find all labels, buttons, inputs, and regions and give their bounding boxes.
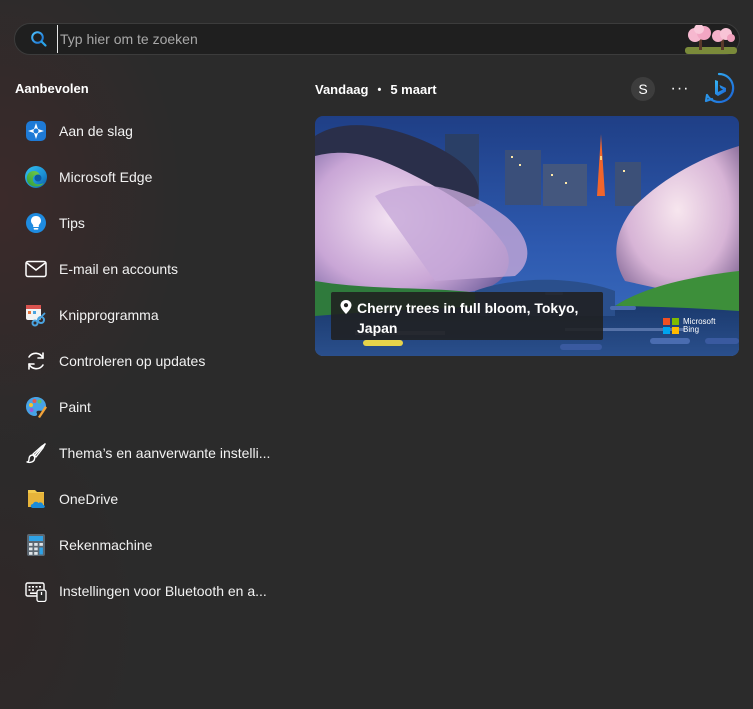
microsoft-logo-icon xyxy=(663,318,679,334)
brand-line-2: Bing xyxy=(683,325,700,334)
app-label: Thema’s en aanverwante instelli... xyxy=(59,445,271,461)
app-label: Instellingen voor Bluetooth en a... xyxy=(59,583,267,599)
app-label: Paint xyxy=(59,399,91,415)
app-item-mail-accounts[interactable]: E-mail en accounts xyxy=(14,246,290,292)
app-item-updates[interactable]: Controleren op updates xyxy=(14,338,290,384)
bing-chat-icon[interactable] xyxy=(703,72,735,104)
app-item-paint[interactable]: Paint xyxy=(14,384,290,430)
search-input[interactable] xyxy=(57,25,739,53)
app-item-rekenmachine[interactable]: Rekenmachine xyxy=(14,522,290,568)
caption-text: Cherry trees in full bloom, Tokyo, Japan xyxy=(357,300,579,336)
app-item-onedrive[interactable]: OneDrive xyxy=(14,476,290,522)
refresh-icon xyxy=(24,349,48,373)
snipping-tool-icon xyxy=(24,303,48,327)
app-label: Tips xyxy=(59,215,85,231)
recommended-list: Aan de slag Microsoft Edge Tips E-mail e… xyxy=(14,108,290,614)
search-icon[interactable] xyxy=(29,29,49,49)
brush-icon xyxy=(24,441,48,465)
account-avatar-button[interactable]: S xyxy=(631,77,655,101)
app-label: Controleren op updates xyxy=(59,353,206,369)
tips-icon xyxy=(24,211,48,235)
today-label: Vandaag xyxy=(315,82,369,97)
app-label: OneDrive xyxy=(59,491,119,507)
onedrive-icon xyxy=(24,487,48,511)
app-item-tips[interactable]: Tips xyxy=(14,200,290,246)
location-pin-icon xyxy=(340,300,352,314)
microsoft-bing-logo: Microsoft Bing xyxy=(663,318,715,334)
app-label: E-mail en accounts xyxy=(59,261,179,277)
today-date: 5 maart xyxy=(390,82,437,97)
app-item-knipprogramma[interactable]: Knipprogramma xyxy=(14,292,290,338)
today-header: Vandaag • 5 maart xyxy=(315,82,437,97)
more-options-button[interactable]: ··· xyxy=(667,77,693,101)
app-item-microsoft-edge[interactable]: Microsoft Edge xyxy=(14,154,290,200)
app-label: Aan de slag xyxy=(59,123,133,139)
today-separator: • xyxy=(377,83,382,96)
app-label: Rekenmachine xyxy=(59,537,153,553)
recommended-heading: Aanbevolen xyxy=(15,81,89,96)
app-label: Microsoft Edge xyxy=(59,169,153,185)
cherry-blossom-icon xyxy=(685,25,737,54)
calculator-icon xyxy=(24,533,48,557)
picture-of-the-day-card[interactable]: Cherry trees in full bloom, Tokyo, Japan… xyxy=(315,116,739,356)
app-item-bluetooth-settings[interactable]: Instellingen voor Bluetooth en a... xyxy=(14,568,290,614)
edge-icon xyxy=(24,165,48,189)
app-item-aan-de-slag[interactable]: Aan de slag xyxy=(14,108,290,154)
paint-icon xyxy=(24,395,48,419)
search-bar[interactable] xyxy=(14,23,740,55)
get-started-icon xyxy=(24,119,48,143)
app-label: Knipprogramma xyxy=(59,307,159,323)
mail-icon xyxy=(24,257,48,281)
app-item-themes-settings[interactable]: Thema’s en aanverwante instelli... xyxy=(14,430,290,476)
bluetooth-settings-icon xyxy=(24,579,48,603)
photo-caption[interactable]: Cherry trees in full bloom, Tokyo, Japan xyxy=(331,292,603,340)
